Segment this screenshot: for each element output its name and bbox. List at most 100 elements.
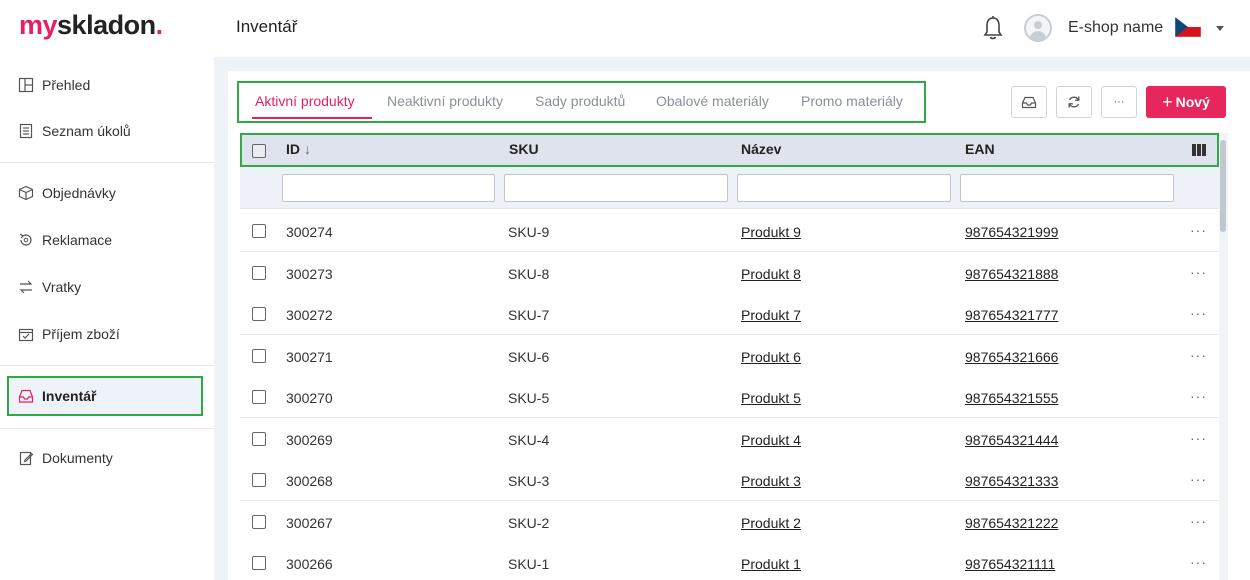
sidebar-item-prehled[interactable]: Přehled	[7, 66, 203, 104]
table-row[interactable]	[240, 542, 1219, 580]
table-row[interactable]	[240, 335, 1219, 377]
row-checkbox[interactable]	[252, 349, 266, 363]
table-row[interactable]	[240, 501, 1219, 543]
cell-sku: SKU-9	[508, 224, 550, 240]
tab-promo-materialy[interactable]: Promo materiály	[801, 93, 903, 109]
logo-dot: .	[155, 10, 164, 40]
row-menu-icon[interactable]: ···	[1190, 305, 1207, 321]
sidebar-divider	[0, 162, 214, 163]
cell-ean-link[interactable]: 987654321222	[965, 515, 1058, 531]
row-menu-icon[interactable]: ···	[1190, 388, 1207, 404]
cell-name-link[interactable]: Produkt 6	[741, 349, 801, 365]
sidebar-item-label: Příjem zboží	[42, 326, 120, 342]
task-list-icon	[19, 123, 33, 139]
table-row[interactable]	[240, 252, 1219, 294]
row-menu-icon[interactable]: ···	[1190, 513, 1207, 529]
cell-id: 300274	[286, 224, 333, 240]
sidebar-item-inventar[interactable]: Inventář	[7, 376, 203, 416]
table-row[interactable]	[240, 293, 1219, 335]
sidebar-item-seznam-ukolu[interactable]: Seznam úkolů	[7, 112, 203, 150]
cell-ean-link[interactable]: 987654321777	[965, 307, 1058, 323]
cell-id: 300267	[286, 515, 333, 531]
filter-sku-input[interactable]	[504, 174, 728, 202]
scrollbar-thumb[interactable]	[1220, 140, 1226, 232]
table-row[interactable]	[240, 459, 1219, 501]
logo-my: my	[19, 10, 58, 40]
box-icon	[18, 185, 34, 201]
column-header-id[interactable]: ID ↓	[286, 141, 311, 157]
cell-ean-link[interactable]: 987654321999	[965, 224, 1058, 240]
column-settings-icon[interactable]	[1192, 144, 1206, 156]
sidebar-item-dokumenty[interactable]: Dokumenty	[7, 439, 203, 477]
sort-down-icon[interactable]: ↓	[304, 141, 311, 157]
sidebar-item-objednavky[interactable]: Objednávky	[7, 174, 203, 212]
cell-ean-link[interactable]: 987654321555	[965, 390, 1058, 406]
row-checkbox[interactable]	[252, 432, 266, 446]
tab-neaktivni-produkty[interactable]: Neaktivní produkty	[387, 93, 503, 109]
row-menu-icon[interactable]: ···	[1190, 471, 1207, 487]
table-row[interactable]	[240, 376, 1219, 418]
table-row[interactable]	[240, 418, 1219, 460]
row-checkbox[interactable]	[252, 224, 266, 238]
filter-id-input[interactable]	[282, 174, 495, 202]
czech-flag-icon[interactable]	[1175, 17, 1201, 37]
shop-name[interactable]: E-shop name	[1068, 19, 1163, 37]
new-product-button[interactable]: + Nový	[1146, 86, 1226, 118]
archive-button[interactable]	[1011, 86, 1047, 118]
tab-sady-produktu[interactable]: Sady produktů	[535, 93, 625, 109]
refresh-button[interactable]	[1056, 86, 1092, 118]
top-bar: myskladon. Inventář E-shop name	[0, 0, 1250, 57]
sidebar-item-label: Seznam úkolů	[42, 123, 131, 139]
row-checkbox[interactable]	[252, 473, 266, 487]
table-row[interactable]	[240, 210, 1219, 252]
select-all-checkbox[interactable]	[252, 144, 266, 158]
column-header-nazev[interactable]: Název	[741, 141, 781, 157]
row-menu-icon[interactable]: ···	[1190, 264, 1207, 280]
column-label: ID	[286, 141, 300, 157]
cell-name-link[interactable]: Produkt 9	[741, 224, 801, 240]
cell-ean-link[interactable]: 987654321333	[965, 473, 1058, 489]
cell-name-link[interactable]: Produkt 4	[741, 432, 801, 448]
row-menu-icon[interactable]: ···	[1190, 430, 1207, 446]
row-checkbox[interactable]	[252, 307, 266, 321]
filter-nazev-input[interactable]	[737, 174, 951, 202]
cell-name-link[interactable]: Produkt 1	[741, 556, 801, 572]
cell-id: 300273	[286, 266, 333, 282]
row-menu-icon[interactable]: ···	[1190, 222, 1207, 238]
row-checkbox[interactable]	[252, 390, 266, 404]
cell-name-link[interactable]: Produkt 3	[741, 473, 801, 489]
receiving-icon	[18, 328, 34, 342]
tab-obalove-materialy[interactable]: Obalové materiály	[656, 93, 769, 109]
row-checkbox[interactable]	[252, 556, 266, 570]
row-checkbox[interactable]	[252, 515, 266, 529]
row-checkbox[interactable]	[252, 266, 266, 280]
sidebar-item-reklamace[interactable]: Reklamace	[7, 221, 203, 259]
chevron-down-icon[interactable]	[1216, 26, 1224, 31]
cell-name-link[interactable]: Produkt 2	[741, 515, 801, 531]
more-options-button[interactable]: ···	[1101, 86, 1137, 118]
row-menu-icon[interactable]: ···	[1190, 347, 1207, 363]
cell-id: 300269	[286, 432, 333, 448]
tab-aktivni-produkty[interactable]: Aktivní produkty	[255, 93, 355, 109]
cell-ean-link[interactable]: 987654321666	[965, 349, 1058, 365]
cell-name-link[interactable]: Produkt 8	[741, 266, 801, 282]
column-header-ean[interactable]: EAN	[965, 141, 995, 157]
cell-id: 300271	[286, 349, 333, 365]
sidebar-item-label: Reklamace	[42, 232, 113, 248]
cell-ean-link[interactable]: 987654321111	[965, 556, 1055, 572]
filter-ean-input[interactable]	[960, 174, 1174, 202]
sidebar-item-prijem-zbozi[interactable]: Příjem zboží	[7, 315, 203, 353]
sidebar-item-label: Inventář	[42, 388, 97, 404]
row-menu-icon[interactable]: ···	[1190, 554, 1207, 570]
sidebar-item-vratky[interactable]: Vratky	[7, 268, 203, 306]
document-icon	[19, 451, 34, 466]
column-header-sku[interactable]: SKU	[509, 141, 539, 157]
notification-bell-icon[interactable]	[982, 15, 1004, 41]
cell-ean-link[interactable]: 987654321888	[965, 266, 1058, 282]
logo[interactable]: myskladon.	[19, 10, 163, 41]
user-avatar-icon[interactable]	[1024, 14, 1052, 42]
cell-ean-link[interactable]: 987654321444	[965, 432, 1058, 448]
cell-name-link[interactable]: Produkt 7	[741, 307, 801, 323]
sidebar-item-label: Objednávky	[42, 185, 116, 201]
cell-name-link[interactable]: Produkt 5	[741, 390, 801, 406]
